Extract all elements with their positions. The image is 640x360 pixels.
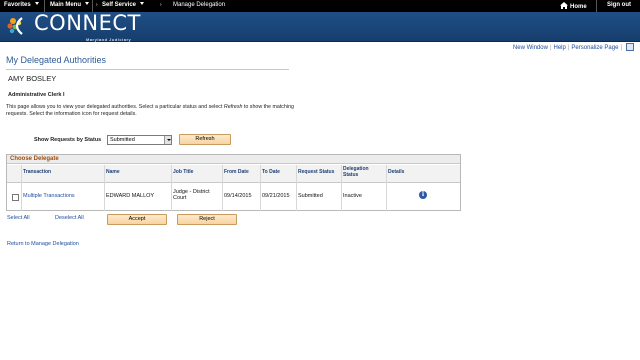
column-divider — [341, 165, 342, 211]
info-icon[interactable]: i — [419, 191, 427, 199]
column-header-from-date: From Date — [224, 169, 249, 175]
favorites-label: Favorites — [4, 2, 31, 8]
breadcrumb-arrow-icon: › — [96, 2, 98, 8]
column-divider — [104, 165, 105, 211]
column-header-name: Name — [106, 169, 120, 175]
instructions-refresh-word: Refresh — [223, 104, 243, 110]
column-header-to-date: To Date — [262, 169, 280, 175]
row-select-checkbox[interactable] — [12, 194, 19, 201]
main-menu-label: Main Menu — [50, 2, 81, 8]
connect-logo-icon — [7, 17, 23, 35]
accept-button[interactable]: Accept — [107, 214, 167, 225]
page-instructions: This page allows you to view your delega… — [6, 104, 296, 117]
refresh-button[interactable]: Refresh — [179, 134, 231, 145]
page-title: My Delegated Authorities — [6, 55, 107, 65]
toolbar-divider: | — [620, 45, 622, 51]
breadcrumb-manage-delegation[interactable]: Manage Delegation — [173, 2, 225, 8]
column-divider — [171, 165, 172, 211]
status-filter-label: Show Requests by Status — [34, 137, 102, 143]
delegation-status: Inactive — [343, 193, 362, 199]
column-header-transaction: Transaction — [23, 169, 52, 175]
column-divider — [260, 165, 261, 211]
brand-name: CONNECT — [34, 11, 141, 35]
home-icon — [560, 2, 568, 9]
column-divider — [222, 165, 223, 211]
page-toolbar: New Window | Help | Personalize Page | — [513, 43, 634, 51]
personalize-page-link[interactable]: Personalize Page — [571, 45, 618, 51]
return-to-manage-delegation-link[interactable]: Return to Manage Delegation — [7, 241, 79, 247]
new-window-link[interactable]: New Window — [513, 45, 548, 51]
main-menu[interactable]: Main Menu — [50, 2, 89, 8]
column-header-request-status: Request Status — [298, 169, 335, 175]
breadcrumb-arrow-icon: › — [160, 2, 162, 8]
column-divider — [296, 165, 297, 211]
http-page-icon[interactable] — [626, 43, 634, 51]
home-link[interactable]: Home — [560, 2, 587, 10]
help-link[interactable]: Help — [554, 45, 566, 51]
nav-divider — [596, 0, 597, 12]
self-service-label: Self Service — [102, 2, 137, 8]
chevron-down-icon[interactable] — [164, 136, 171, 144]
instructions-text: This page allows you to view your delega… — [6, 104, 224, 110]
column-divider — [386, 165, 387, 211]
column-header-delegation-status: Delegation Status — [343, 166, 369, 178]
employee-job-title: Administrative Clerk I — [8, 92, 65, 98]
from-date: 09/14/2015 — [224, 193, 252, 199]
column-header-details: Details — [388, 169, 405, 175]
deselect-all-link[interactable]: Deselect All — [55, 215, 84, 221]
toolbar-divider: | — [567, 45, 570, 51]
select-all-link[interactable]: Select All — [7, 215, 30, 221]
delegate-job-title: Judge - District Court — [173, 189, 210, 201]
transaction-link[interactable]: Multiple Transactions — [23, 193, 75, 199]
column-divider — [21, 165, 22, 211]
chevron-down-icon — [140, 2, 145, 5]
favorites-menu[interactable]: Favorites — [4, 2, 39, 8]
delegate-name: EDWARD MALLOY — [106, 193, 155, 199]
to-date: 09/21/2015 — [262, 193, 290, 199]
chevron-down-icon — [34, 2, 39, 5]
toolbar-divider: | — [549, 45, 552, 51]
reject-button[interactable]: Reject — [177, 214, 237, 225]
home-label: Home — [570, 4, 587, 10]
status-filter-value: Submitted — [110, 137, 135, 143]
grid-title: Choose Delegate — [7, 155, 460, 164]
self-service-menu[interactable]: Self Service — [102, 2, 145, 8]
title-divider — [6, 69, 289, 70]
column-header-job-title: Job Title — [173, 169, 194, 175]
employee-name: AMY BOSLEY — [8, 74, 57, 83]
status-filter-select[interactable]: Submitted — [107, 135, 172, 145]
request-status: Submitted — [298, 193, 323, 199]
sign-out-link[interactable]: Sign out — [607, 2, 631, 8]
brand-tagline: Maryland Judiciary — [86, 37, 132, 42]
chevron-down-icon — [85, 2, 89, 5]
choose-delegate-grid: Choose Delegate Transaction Name Job Tit… — [6, 154, 461, 211]
